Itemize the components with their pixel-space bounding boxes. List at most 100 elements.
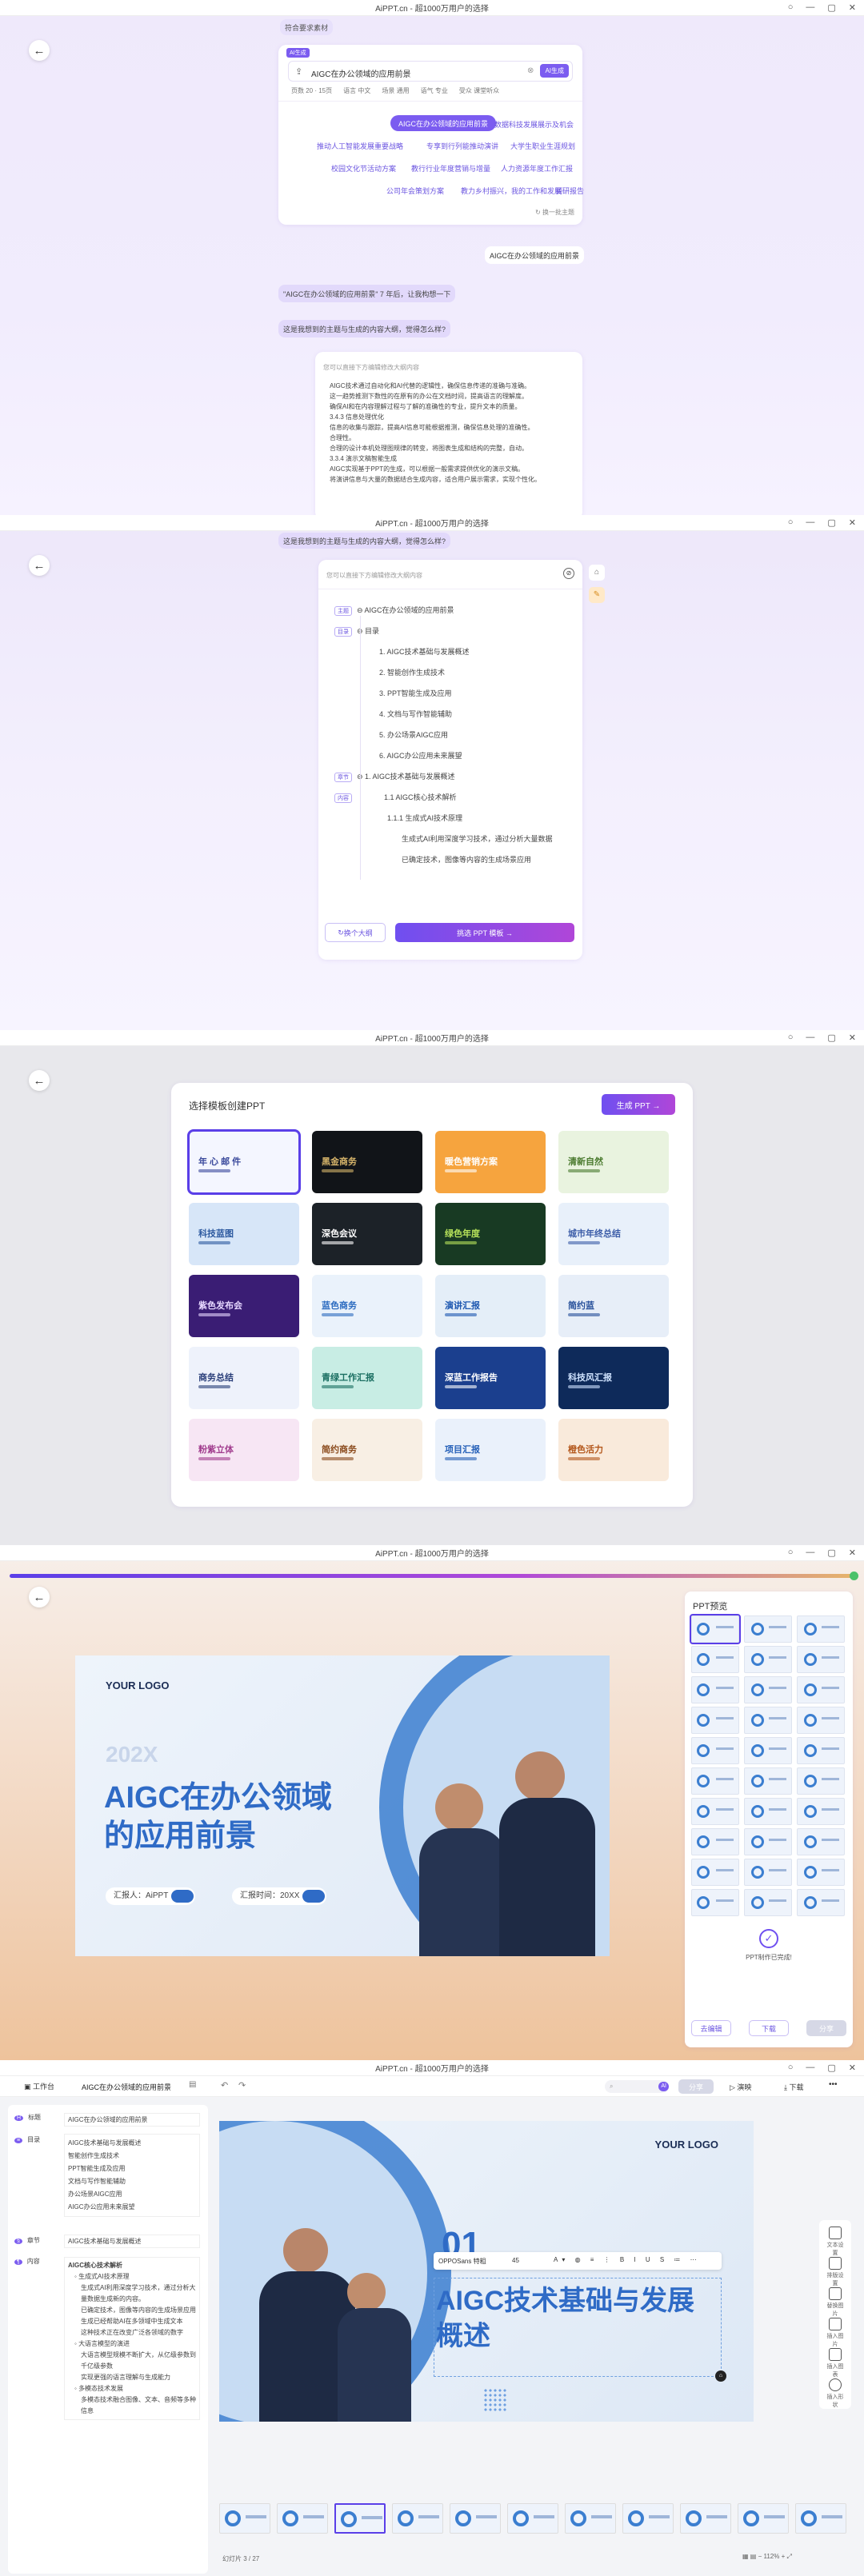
window-controls[interactable]: ○ — ▢ ✕ [788,2,856,13]
outline-text[interactable]: AIGC技术通过自动化和AI代替的逻辑性，确保信息传递的准确与准确。 这一趋势推测… [330,381,570,485]
preview-thumbnail[interactable] [691,1646,739,1673]
side-home-icon[interactable]: ⌂ [589,565,605,581]
window-controls[interactable]: ○ — ▢ ✕ [788,517,856,528]
filmstrip-thumbnail[interactable] [392,2503,443,2534]
template-thumbnail[interactable]: 项目汇报 [435,1419,546,1481]
preview-thumbnail[interactable] [797,1889,845,1916]
preview-thumbnail[interactable] [744,1676,792,1703]
share-button[interactable]: 分享 [806,2020,846,2036]
preview-thumbnail[interactable] [691,1798,739,1825]
insert-chart-tool[interactable]: 插入图表 [826,2348,844,2378]
template-thumbnail[interactable]: 橙色活力 [558,1419,669,1481]
preview-thumbnail[interactable] [744,1646,792,1673]
preview-thumbnail[interactable] [744,1828,792,1855]
suggestion-chip[interactable]: 公司年会策划方案 [386,186,444,196]
panel-toc-list[interactable]: AIGC技术基础与发展概述 智能创作生成技术 PPT智能生成及应用 文档与写作智能辅助… [64,2134,200,2217]
panel-heading-field[interactable]: AIGC在办公领域的应用前景 [64,2113,200,2127]
pick-template-button[interactable]: 挑选 PPT 模板 → [395,923,574,942]
lock-icon[interactable]: ⌂ [715,2370,726,2382]
restart-outline-button[interactable]: ↻ 换个大纲 [325,923,386,942]
suggestion-chip[interactable]: 推动人工智能发展重要战略 [317,141,403,151]
download-button[interactable]: ⤓ 下载 [784,2082,804,2092]
template-thumbnail[interactable]: 清新自然 [558,1131,669,1193]
preview-thumbnail[interactable] [744,1889,792,1916]
preview-thumbnail[interactable] [691,1767,739,1795]
doc-title[interactable]: AIGC在办公领域的应用前景 [82,2082,171,2092]
back-button[interactable]: ← [29,555,50,576]
slide-canvas[interactable]: YOUR LOGO 01 OPPOSans 特粗 45 A▾ ◍ ≡ ⋮ B I… [219,2121,754,2422]
filmstrip-thumbnail[interactable] [507,2503,558,2534]
template-thumbnail[interactable]: 紫色发布会 [189,1275,299,1337]
preview-thumbnail[interactable] [797,1707,845,1734]
back-button[interactable]: ← [29,1070,50,1091]
window-controls[interactable]: ○ — ▢ ✕ [788,1032,856,1043]
ai-generate-button[interactable]: AI生成 [540,64,569,78]
download-button[interactable]: 下载 [749,2020,789,2036]
preview-thumbnail[interactable] [744,1767,792,1795]
template-thumbnail[interactable]: 简约蓝 [558,1275,669,1337]
preview-thumbnail[interactable] [797,1767,845,1795]
back-button[interactable]: ← [29,1587,50,1608]
template-thumbnail[interactable]: 暖色营销方案 [435,1131,546,1193]
window-controls[interactable]: ○ — ▢ ✕ [788,1548,856,1558]
filmstrip-thumbnail[interactable] [450,2503,501,2534]
edit-button[interactable]: 去编辑 [691,2020,731,2036]
replace-image-tool[interactable]: 替换图片 [826,2287,844,2318]
generate-ppt-button[interactable]: 生成 PPT → [602,1094,675,1115]
options-row[interactable]: 页数 20 · 15页 语言 中文 场景 通用 语气 专业 受众 课堂听众 [291,86,499,95]
template-thumbnail[interactable]: 绿色年度 [435,1203,546,1265]
template-thumbnail[interactable]: 深色会议 [312,1203,422,1265]
preview-thumbnail[interactable] [690,1614,741,1644]
template-thumbnail[interactable]: 演讲汇报 [435,1275,546,1337]
template-thumbnail[interactable]: 深蓝工作报告 [435,1347,546,1409]
insert-image-tool[interactable]: 插入图片 [826,2318,844,2348]
more-icon[interactable]: ••• [829,2080,838,2089]
suggestion-chip[interactable]: 教力乡村振兴，我的工作和发展 [461,186,562,196]
preview-thumbnail[interactable] [797,1646,845,1673]
preview-thumbnail[interactable] [744,1737,792,1764]
filmstrip-thumbnail[interactable] [738,2503,789,2534]
template-thumbnail[interactable]: 简约商务 [312,1419,422,1481]
filmstrip-thumbnail[interactable] [277,2503,328,2534]
template-thumbnail[interactable]: 科技蓝图 [189,1203,299,1265]
share-button[interactable]: 分享 [678,2079,714,2094]
preview-thumbnail[interactable] [691,1707,739,1734]
template-thumbnail[interactable]: 商务总结 [189,1347,299,1409]
search-input[interactable]: ⇪ AIGC在办公领域的应用前景 ⊗ AI生成 [288,61,573,82]
preview-thumbnail[interactable] [744,1615,792,1643]
refresh-topics-button[interactable]: ↻ 换一批主题 [535,208,574,217]
suggestion-chip[interactable]: 大学生职业生涯规划 [510,141,575,151]
filmstrip-thumbnail[interactable] [795,2503,846,2534]
preview-thumbnail[interactable] [797,1859,845,1886]
preview-thumbnail[interactable] [691,1859,739,1886]
template-thumbnail[interactable]: 黑金商务 [312,1131,422,1193]
insert-shape-tool[interactable]: 插入形状 [826,2378,844,2409]
preview-thumbnail[interactable] [797,1676,845,1703]
suggestion-chip[interactable]: 专享到行列能推动演讲 [426,141,498,151]
filmstrip-thumbnail[interactable] [680,2503,731,2534]
template-thumbnail[interactable]: 科技风汇报 [558,1347,669,1409]
preview-thumbnail[interactable] [691,1889,739,1916]
text-format-toolbar[interactable]: OPPOSans 特粗 45 A▾ ◍ ≡ ⋮ B I U S ≔ ⋯ [434,2252,722,2270]
zoom-controls[interactable]: ▦ ▤ − 112% + ⤢ [742,2553,792,2561]
preview-thumbnail[interactable] [744,1798,792,1825]
side-note-icon[interactable]: ✎ [589,587,605,603]
slide-title-textbox[interactable]: AIGC技术基础与发展概述 ⌂ [434,2278,726,2382]
suggestion-chip[interactable]: 调研报告 [555,186,584,196]
panel-chapter-field[interactable]: AIGC技术基础与发展概述 [64,2235,200,2248]
redo-icon[interactable]: ↷ [238,2080,246,2091]
suggestion-chip-active[interactable]: AIGC在办公领域的应用前景 [390,115,497,131]
preview-thumbnail[interactable] [797,1737,845,1764]
suggestion-chip[interactable]: 人力资源年度工作汇报 [501,163,573,174]
text-settings-tool[interactable]: 文本设置 [826,2227,844,2257]
ai-search-input[interactable]: ⌕ AI [605,2080,669,2093]
suggestion-chip[interactable]: 教行行业年度营销与增量 [411,163,490,174]
preview-thumbnail[interactable] [744,1859,792,1886]
window-controls[interactable]: ○ — ▢ ✕ [788,2063,856,2073]
preview-thumbnail[interactable] [797,1828,845,1855]
template-thumbnail[interactable]: 年 心 邮 件 [187,1129,301,1195]
upload-icon[interactable]: ⇪ [295,66,302,77]
preview-thumbnail[interactable] [744,1707,792,1734]
suggestion-chip[interactable]: 校园文化节活动方案 [331,163,396,174]
undo-icon[interactable]: ↶ [221,2080,228,2091]
